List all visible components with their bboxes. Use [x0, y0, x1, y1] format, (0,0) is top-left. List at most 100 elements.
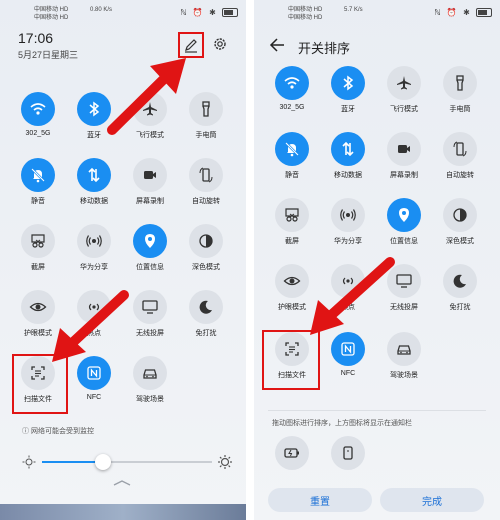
tile-toggle[interactable] — [387, 264, 421, 298]
tile-toggle[interactable] — [331, 132, 365, 166]
tile-label: 驾驶场景 — [136, 396, 164, 403]
tile-toggle[interactable] — [77, 290, 111, 324]
tile-huawei-share[interactable]: 华为分享 — [72, 224, 116, 272]
edit-icon[interactable] — [178, 32, 204, 58]
tile-nfc[interactable]: NFC — [326, 332, 370, 377]
bluetooth-icon — [343, 75, 354, 91]
tile-eye-comfort[interactable]: 护眼模式 — [16, 290, 60, 338]
tile-toggle[interactable] — [189, 224, 223, 258]
drag-handle-icon[interactable] — [112, 480, 132, 486]
tile-toggle[interactable] — [275, 264, 309, 298]
back-arrow-icon[interactable] — [268, 36, 286, 54]
tile-eye-comfort[interactable]: 护眼模式 — [270, 264, 314, 312]
tile-label: 截屏 — [285, 238, 299, 245]
tile-toggle[interactable] — [133, 356, 167, 390]
tile-airplane[interactable]: 飞行模式 — [128, 92, 172, 140]
tile-label: 免打扰 — [449, 304, 471, 311]
tile-toggle[interactable] — [133, 92, 167, 126]
tile-toggle[interactable] — [443, 264, 477, 298]
tile-label: 飞行模式 — [136, 132, 164, 139]
tile-toggle[interactable] — [189, 92, 223, 126]
tile-flashlight[interactable]: 手电筒 — [438, 66, 482, 114]
tile-mute-bell[interactable]: 静音 — [270, 132, 314, 180]
tile-location[interactable]: 位置信息 — [382, 198, 426, 246]
tile-bluetooth[interactable]: 蓝牙 — [326, 66, 370, 114]
screen-record-icon — [144, 171, 156, 179]
tile-label: 护眼模式 — [278, 304, 306, 311]
brightness-slider[interactable] — [22, 453, 232, 473]
tile-toggle[interactable] — [21, 290, 55, 324]
tile-driving[interactable]: 驾驶场景 — [382, 332, 426, 380]
tile-toggle[interactable] — [21, 158, 55, 192]
tile-toggle[interactable] — [21, 92, 55, 126]
tile-hotspot[interactable]: 热点 — [326, 264, 370, 312]
tile-toggle[interactable] — [189, 158, 223, 192]
tile-toggle[interactable] — [133, 290, 167, 324]
tile-screenshot[interactable]: 截屏 — [16, 224, 60, 272]
carrier-info: 中国移动 HD 中国移动 HD — [288, 6, 322, 22]
reset-button[interactable]: 重置 — [268, 488, 372, 512]
tile-toggle[interactable] — [331, 198, 365, 232]
tile-toggle[interactable] — [21, 224, 55, 258]
wifi-icon — [30, 103, 46, 115]
tile-toggle[interactable] — [387, 132, 421, 166]
tile-mute-bell[interactable]: 静音 — [16, 158, 60, 206]
tile-hotspot[interactable]: 热点 — [72, 290, 116, 338]
tile-toggle[interactable] — [331, 332, 365, 366]
done-button[interactable]: 完成 — [380, 488, 484, 512]
tile-dark-mode[interactable]: 深色模式 — [438, 198, 482, 246]
tile-wireless-projection[interactable]: 无线投屏 — [382, 264, 426, 312]
tile-toggle[interactable] — [331, 66, 365, 100]
tile-label: 深色模式 — [446, 238, 474, 245]
tile-label: 位置信息 — [136, 264, 164, 271]
slider-knob[interactable] — [95, 454, 112, 470]
tile-flashlight[interactable]: 手电筒 — [184, 92, 228, 140]
tile-mobile-data[interactable]: 移动数据 — [72, 158, 116, 206]
tile-auto-rotate[interactable]: 自动旋转 — [184, 158, 228, 206]
tile-toggle[interactable] — [387, 198, 421, 232]
network-speed: 0.80 K/s — [90, 7, 113, 13]
tile-toggle[interactable] — [275, 66, 309, 100]
tile-wireless-projection[interactable]: 无线投屏 — [128, 290, 172, 338]
tile-do-not-disturb[interactable]: 免打扰 — [438, 264, 482, 312]
tile-location[interactable]: 位置信息 — [128, 224, 172, 272]
tile-toggle[interactable] — [133, 224, 167, 258]
tile-nfc[interactable]: NFC — [72, 356, 116, 401]
gear-icon[interactable] — [212, 36, 228, 52]
tile-toggle[interactable] — [77, 224, 111, 258]
tile-toggle[interactable] — [275, 198, 309, 232]
tile-toggle[interactable] — [443, 66, 477, 100]
tile-label: 无线投屏 — [390, 304, 418, 311]
tile-driving[interactable]: 驾驶场景 — [128, 356, 172, 404]
tile-airplane[interactable]: 飞行模式 — [382, 66, 426, 114]
tile-toggle[interactable] — [77, 356, 111, 390]
tile-wifi[interactable]: 302_5G — [16, 92, 60, 137]
extra-tile-battery[interactable] — [270, 436, 314, 470]
tile-dark-mode[interactable]: 深色模式 — [184, 224, 228, 272]
tile-label: 无线投屏 — [136, 330, 164, 337]
tile-toggle[interactable] — [443, 132, 477, 166]
wireless-projection-icon — [396, 274, 412, 288]
extra-tile-phone-clone[interactable] — [326, 436, 370, 470]
tile-toggle[interactable] — [77, 158, 111, 192]
tile-toggle[interactable] — [77, 92, 111, 126]
tile-toggle[interactable] — [387, 66, 421, 100]
tile-toggle[interactable] — [133, 158, 167, 192]
tile-auto-rotate[interactable]: 自动旋转 — [438, 132, 482, 180]
tile-do-not-disturb[interactable]: 免打扰 — [184, 290, 228, 338]
tile-screen-record[interactable]: 屏幕录制 — [382, 132, 426, 180]
tile-label: 华为分享 — [334, 238, 362, 245]
bluetooth-icon — [89, 101, 100, 117]
tile-wifi[interactable]: 302_5G — [270, 66, 314, 111]
tile-mobile-data[interactable]: 移动数据 — [326, 132, 370, 180]
tile-bluetooth[interactable]: 蓝牙 — [72, 92, 116, 140]
tile-toggle[interactable] — [275, 132, 309, 166]
tile-screenshot[interactable]: 截屏 — [270, 198, 314, 246]
tile-huawei-share[interactable]: 华为分享 — [326, 198, 370, 246]
tile-screen-record[interactable]: 屏幕录制 — [128, 158, 172, 206]
tile-toggle[interactable] — [443, 198, 477, 232]
tile-toggle[interactable] — [387, 332, 421, 366]
tile-label: 静音 — [285, 172, 299, 179]
tile-toggle[interactable] — [331, 264, 365, 298]
tile-toggle[interactable] — [189, 290, 223, 324]
